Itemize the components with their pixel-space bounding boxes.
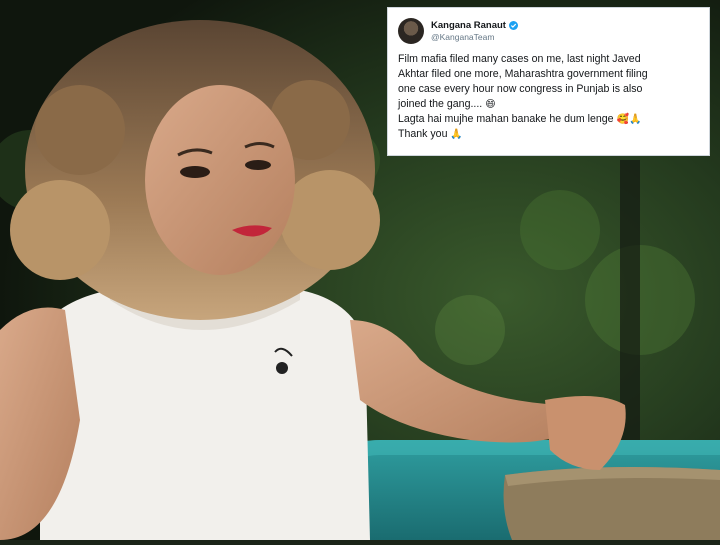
tweet-line-5: Lagta hai mujhe mahan banake he dum leng… [398,112,699,127]
tweet-header: Kangana Ranaut @KanganaTeam [398,16,699,46]
tweet-line-6-text: Thank you [398,128,448,140]
tweet-line-5-text: Lagta hai mujhe mahan banake he dum leng… [398,113,614,125]
display-name[interactable]: Kangana Ranaut [431,20,506,31]
tweet-card: Kangana Ranaut @KanganaTeam Film mafia f… [387,7,710,156]
pray-emoji-icon: 🙏 [628,114,642,125]
handle[interactable]: @KanganaTeam [431,32,518,42]
tweet-line-4-text: joined the gang.... [398,98,483,110]
tweet-line-2: Akhtar filed one more, Maharashtra gover… [398,68,648,80]
verified-badge-icon [508,21,518,30]
pray-emoji-icon: 🙏 [450,129,463,140]
avatar[interactable] [398,18,424,44]
name-row: Kangana Ranaut [431,20,518,31]
tweet-line-6: Thank you 🙏 [398,127,699,142]
tweet-line-1: Film mafia filed many cases on me, last … [398,53,641,65]
tweet-line-3: one case every hour now congress in Punj… [398,83,643,95]
love-emoji-icon: 🥰 [616,114,629,125]
tweet-text: Film mafia filed many cases on me, last … [398,52,699,142]
tweet-line-4: joined the gang.... 😄 [398,97,699,112]
grin-emoji-icon: 😄 [485,99,496,110]
tweet-author: Kangana Ranaut @KanganaTeam [431,20,518,42]
